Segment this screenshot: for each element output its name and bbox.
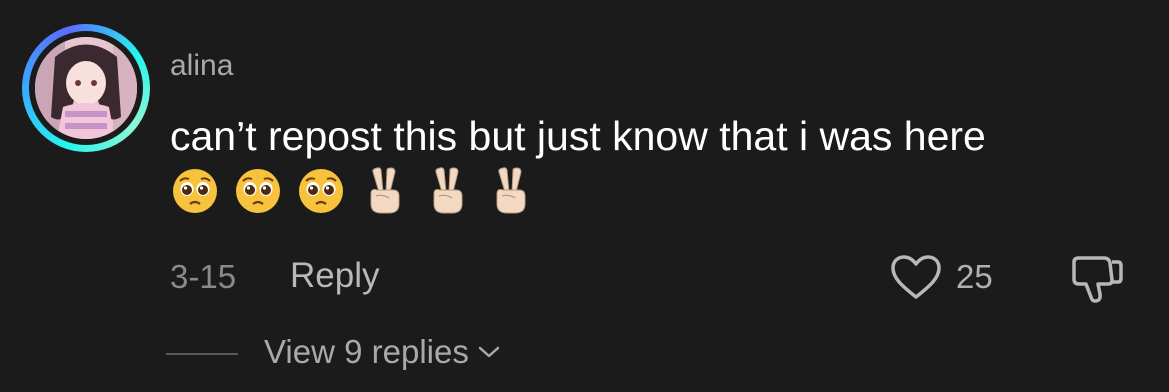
victory-hand-icon	[370, 167, 400, 214]
avatar-image	[35, 37, 137, 139]
pleading-face-icon	[236, 169, 280, 213]
reply-button[interactable]: Reply	[290, 256, 379, 296]
emoji-row	[170, 166, 535, 216]
pleading-face-icon	[173, 169, 217, 213]
view-replies-button[interactable]: View 9 replies	[264, 333, 501, 371]
comment-text: can’t repost this but just know that i w…	[170, 113, 986, 159]
victory-hand-icon	[433, 167, 463, 214]
victory-hand-icon	[496, 167, 526, 214]
replies-divider	[166, 353, 238, 355]
username[interactable]: alina	[170, 49, 233, 83]
avatar-gap	[29, 31, 143, 145]
avatar[interactable]	[35, 37, 137, 139]
avatar-ring[interactable]	[22, 24, 150, 152]
pleading-face-icon	[299, 169, 343, 213]
heart-outline-icon[interactable]	[890, 254, 942, 300]
like-button[interactable]: 25	[890, 254, 993, 300]
dislike-button[interactable]	[1070, 254, 1124, 309]
thumbs-down-icon[interactable]	[1070, 254, 1124, 304]
like-count: 25	[956, 258, 993, 295]
view-replies-label: View 9 replies	[264, 333, 469, 370]
chevron-down-icon	[478, 346, 500, 358]
comment-date: 3-15	[170, 258, 237, 295]
